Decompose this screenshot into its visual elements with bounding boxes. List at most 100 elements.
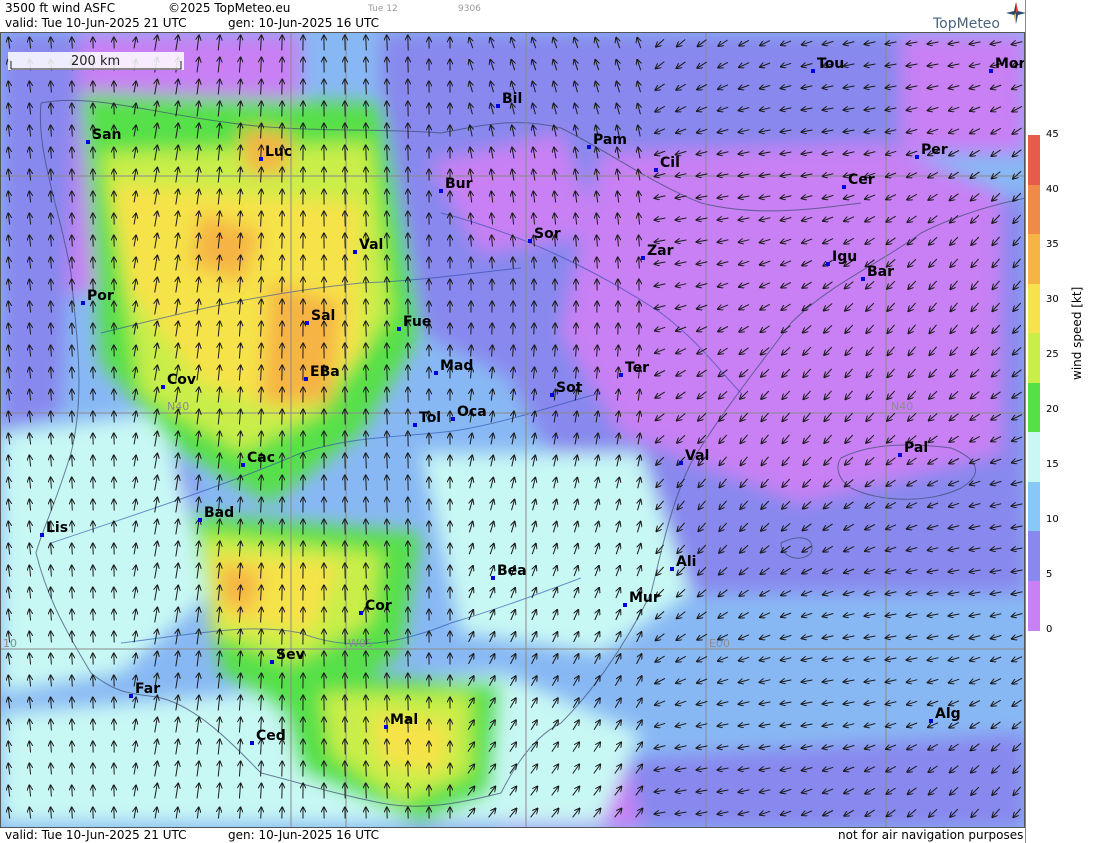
wind-arrow — [366, 190, 367, 205]
city-label: Bur — [445, 176, 473, 192]
wind-arrow — [72, 522, 73, 533]
colorbar-swatch — [1028, 135, 1040, 185]
wind-arrow — [72, 434, 73, 445]
wind-arrow — [72, 654, 73, 665]
city-label: Tol — [419, 410, 441, 426]
footer: valid: Tue 10-Jun-2025 21 UTC gen: 10-Ju… — [0, 828, 1025, 843]
wind-arrow — [72, 808, 73, 819]
colorbar-tick-label: 0 — [1046, 624, 1053, 635]
wind-arrow — [387, 476, 388, 491]
city-label: Oca — [457, 404, 487, 420]
wind-arrow — [366, 344, 367, 359]
city-marker — [587, 145, 591, 149]
wind-arrow — [366, 366, 367, 381]
gen-time: gen: 10-Jun-2025 16 UTC — [228, 16, 380, 30]
colorbar-tick-label: 20 — [1046, 404, 1059, 415]
wind-arrow — [72, 632, 73, 643]
wind-arrow — [387, 190, 388, 205]
city-marker — [491, 576, 495, 580]
wind-arrow — [387, 58, 388, 73]
wind-arrow — [618, 258, 619, 269]
wind-arrow — [387, 520, 388, 535]
city-marker — [397, 327, 401, 331]
forecast-day: Tue 12 — [368, 4, 398, 14]
city-label: Bea — [497, 563, 527, 579]
wind-arrow — [366, 410, 367, 425]
city-marker — [989, 69, 993, 73]
wind-map[interactable]: N40 N40 W05 E00 10 200 km Tou Mon Bil San Pa… — [0, 32, 1025, 828]
city-marker — [270, 660, 274, 664]
city-marker — [161, 385, 165, 389]
wind-arrow — [72, 610, 73, 621]
city-marker — [826, 262, 830, 266]
compass-rose-icon — [1006, 2, 1026, 24]
city-marker — [40, 533, 44, 537]
wind-arrow — [387, 784, 388, 799]
wind-arrow — [387, 410, 388, 425]
city-marker — [623, 603, 627, 607]
wind-arrow — [366, 322, 367, 337]
city-marker — [679, 461, 683, 465]
run-code: 9306 — [458, 4, 481, 14]
city-label: Mur — [629, 590, 660, 606]
wind-arrow — [513, 258, 514, 269]
city-marker — [250, 741, 254, 745]
wind-arrow — [366, 454, 367, 469]
wind-arrow — [387, 542, 388, 557]
city-label: Alg — [935, 706, 961, 722]
wind-arrow — [555, 258, 556, 269]
wind-arrow — [597, 258, 598, 269]
grid-label-w10: 10 — [3, 637, 17, 650]
city-label: Bar — [867, 264, 894, 280]
colorbar-tick-label: 10 — [1046, 514, 1059, 525]
wind-arrow — [387, 388, 388, 403]
wind-arrow — [72, 456, 73, 467]
wind-arrow — [387, 652, 388, 667]
wind-arrow — [366, 740, 367, 755]
wind-arrow — [366, 388, 367, 403]
wind-arrow — [261, 808, 262, 819]
city-label: Bil — [502, 91, 522, 107]
wind-arrow — [387, 146, 388, 161]
wind-arrow — [72, 698, 73, 709]
city-marker — [915, 155, 919, 159]
wind-arrow — [72, 742, 73, 753]
wind-arrow — [534, 258, 535, 269]
wind-arrow — [366, 80, 367, 95]
wind-arrow — [366, 652, 367, 667]
wind-arrow — [72, 280, 73, 291]
colorbar-tick-label: 5 — [1046, 569, 1053, 580]
city-marker — [305, 321, 309, 325]
wind-arrow — [72, 544, 73, 555]
colorbar-swatch — [1028, 531, 1040, 581]
wind-arrow — [492, 258, 493, 269]
city-label: Cil — [660, 155, 680, 171]
wind-arrow — [366, 58, 367, 73]
wind-arrow — [366, 278, 367, 293]
wind-arrow — [366, 674, 367, 689]
wind-arrow — [387, 564, 388, 579]
colorbar-swatch — [1028, 283, 1040, 334]
wind-arrow — [366, 498, 367, 513]
wind-arrow — [72, 214, 73, 225]
wind-arrow — [72, 588, 73, 599]
colorbar-swatch — [1028, 382, 1040, 433]
colorbar-legend: 45 40 35 30 25 20 15 10 5 0 wind speed [kt] — [1025, 0, 1117, 843]
wind-arrow — [366, 432, 367, 447]
city-marker — [81, 301, 85, 305]
wind-arrow — [366, 542, 367, 557]
wind-arrow — [387, 630, 388, 645]
wind-arrow — [387, 234, 388, 249]
wind-arrow — [72, 126, 73, 137]
colorbar-tick-label: 30 — [1046, 294, 1059, 305]
wind-arrow — [366, 630, 367, 645]
wind-arrow — [387, 344, 388, 359]
scale-bar-label: 200 km — [71, 54, 120, 69]
wind-arrow — [366, 146, 367, 161]
colorbar-tick-label: 40 — [1046, 184, 1059, 195]
copyright: ©2025 TopMeteo.eu — [168, 1, 291, 15]
wind-arrow — [387, 366, 388, 381]
city-label: Tou — [817, 56, 844, 72]
wind-arrow — [366, 476, 367, 491]
colorbar-tick-label: 25 — [1046, 349, 1059, 360]
